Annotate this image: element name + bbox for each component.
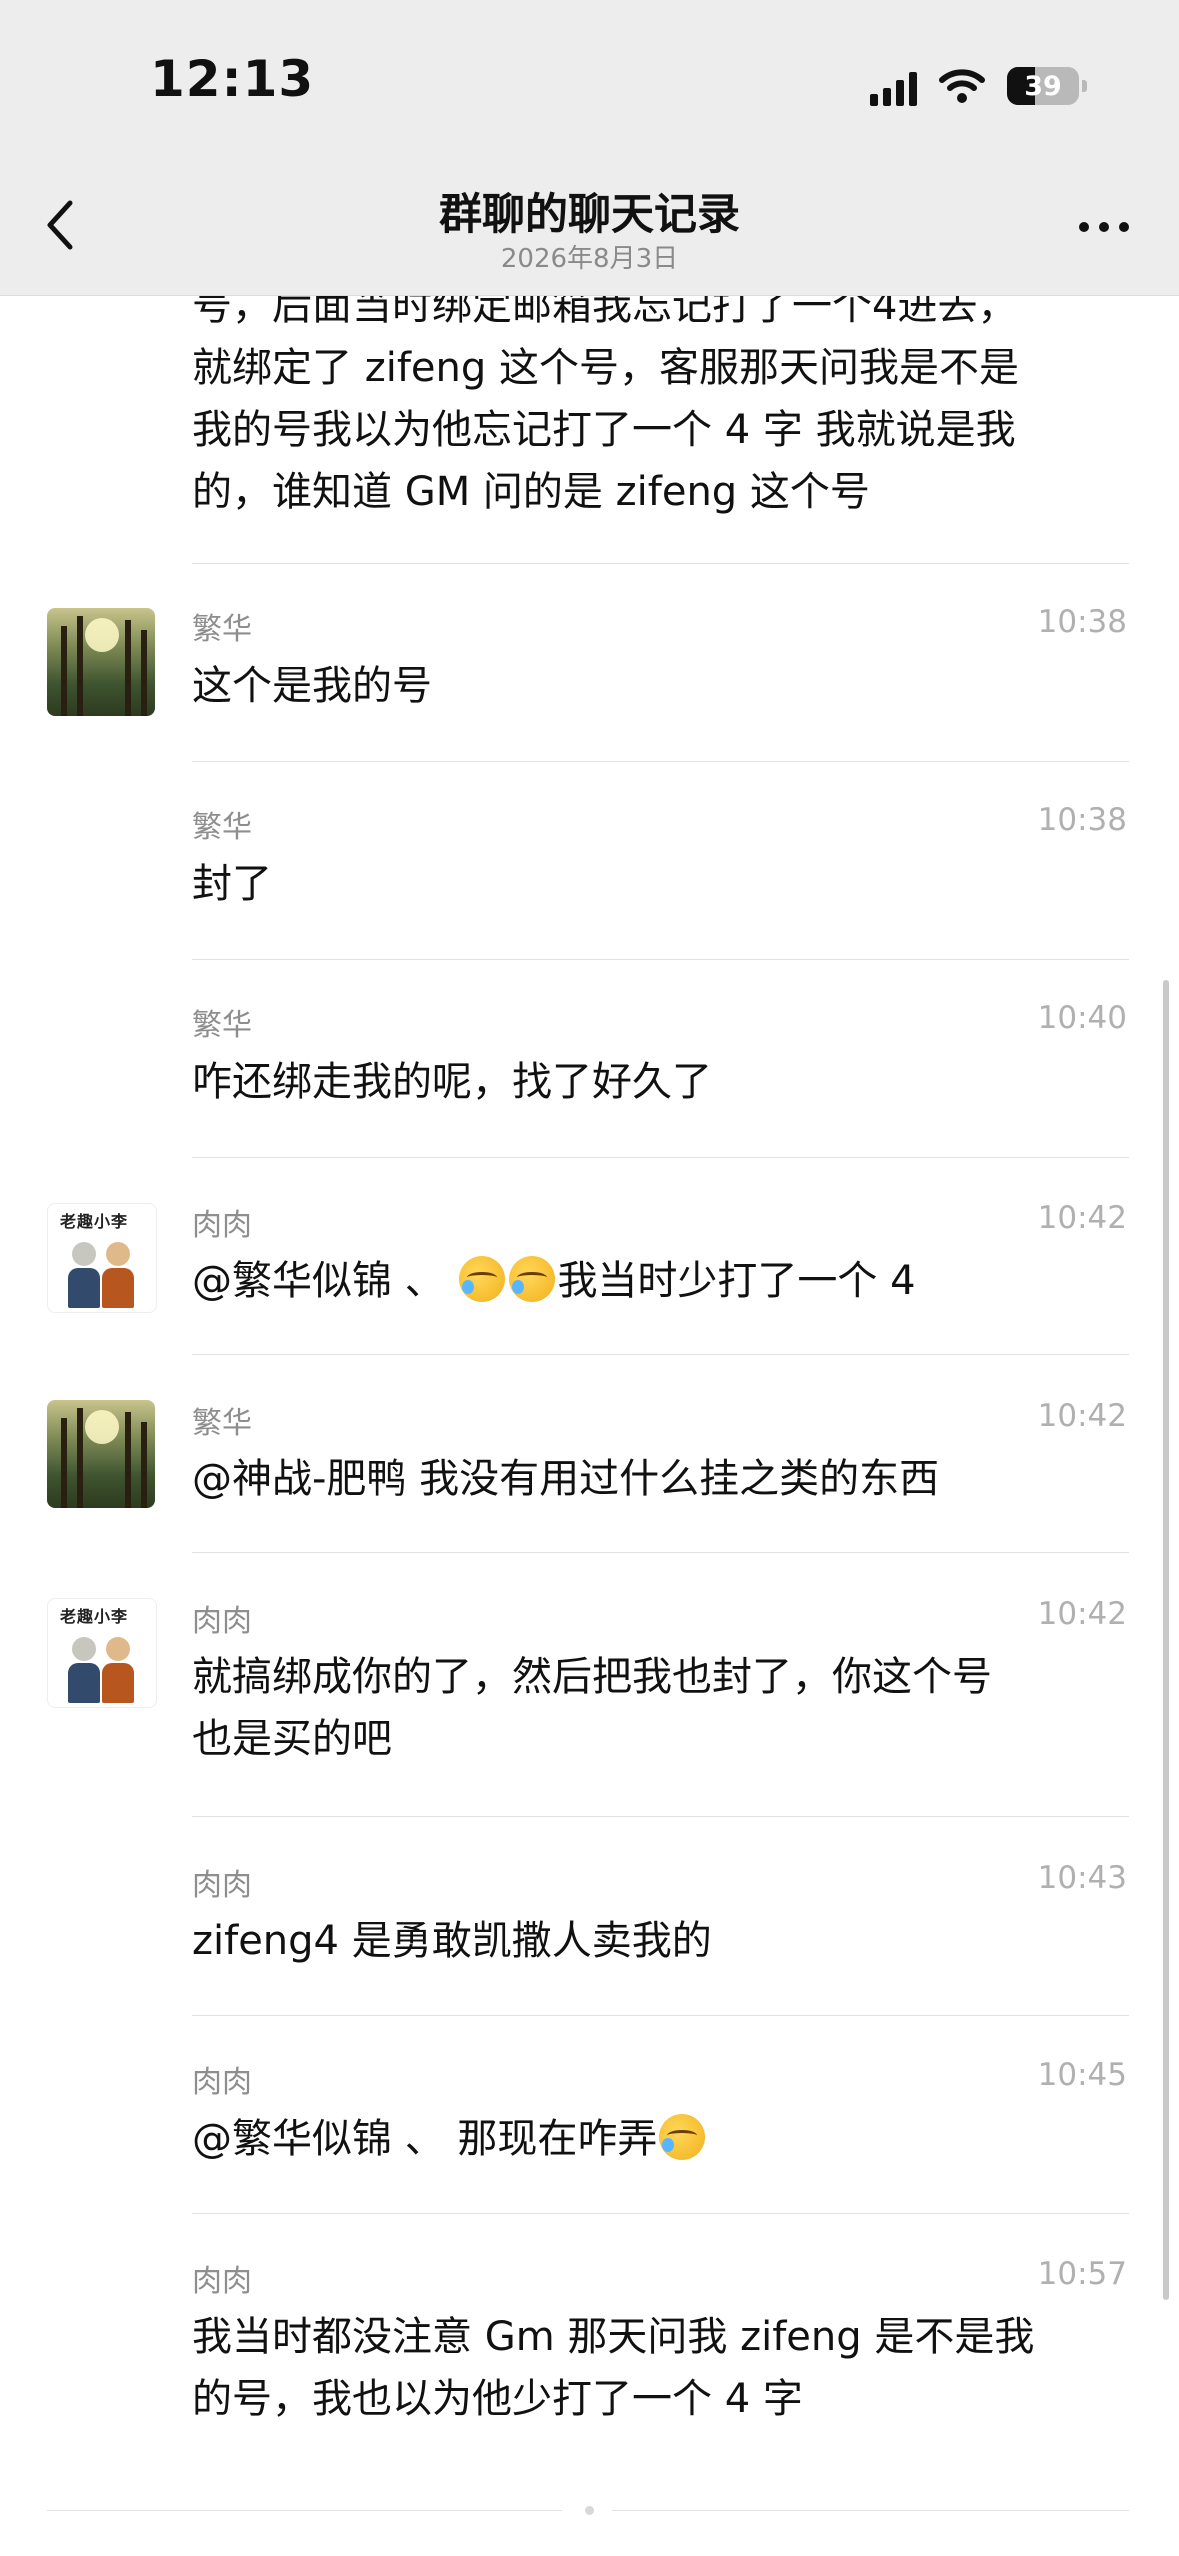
message-line: 咋还绑走我的呢，找了好久了: [192, 1059, 712, 1105]
status-icons: 39: [870, 64, 1087, 108]
status-time: 12:13: [150, 50, 315, 108]
more-options-button[interactable]: [1079, 222, 1129, 232]
battery-icon: 39: [1007, 67, 1087, 105]
battery-level: 39: [1024, 70, 1062, 102]
message-line: 我当时都没注意 Gm 那天问我 zifeng 是不是我: [192, 2314, 1035, 2360]
message-line: 的号，我也以为他少打了一个 4 字: [192, 2376, 803, 2422]
message-text: 我当时都没注意 Gm 那天问我 zifeng 是不是我 的号，我也以为他少打了一…: [192, 2306, 1132, 2430]
message-text: zifeng4 是勇敢凯撒人卖我的: [192, 1910, 1132, 1972]
cellular-signal-icon: [870, 66, 917, 106]
tree-trunk: [61, 1418, 67, 1508]
message-time: 10:43: [1037, 1860, 1127, 1896]
message-time: 10:45: [1037, 2057, 1127, 2093]
message-time: 10:38: [1037, 802, 1127, 838]
divider: [192, 563, 1129, 564]
message-line: @繁华似锦 、: [192, 1258, 458, 1304]
message-list[interactable]: 号，后面当时绑定邮箱我忘记打了一个4进去， 就绑定了 zifeng 这个号，客服…: [0, 0, 1179, 2556]
message-line: @神战-肥鸭 我没有用过什么挂之类的东西: [192, 1456, 940, 1502]
more-dot: [1079, 222, 1089, 232]
message-line: 就搞绑成你的了，然后把我也封了，你这个号: [192, 1654, 992, 1700]
sun-glow: [85, 618, 119, 652]
message-text: 封了: [192, 853, 1132, 915]
elder-figure: [68, 1242, 100, 1308]
page-title: 群聊的聊天记录: [439, 190, 740, 240]
avatar-caption: 老趣小李: [60, 1212, 129, 1231]
elder-figure: [68, 1637, 100, 1703]
scrollbar[interactable]: [1163, 980, 1169, 2300]
message-line: zifeng4 是勇敢凯撒人卖我的: [192, 1918, 712, 1964]
avatar-caption: 老趣小李: [60, 1607, 129, 1626]
message-text: 咋还绑走我的呢，找了好久了: [192, 1051, 1132, 1113]
message-line: 这个是我的号: [192, 663, 432, 709]
message-text: @神战-肥鸭 我没有用过什么挂之类的东西: [192, 1448, 1132, 1510]
message-time: 10:38: [1037, 604, 1127, 640]
message-line: 也是买的吧: [192, 1716, 392, 1762]
divider: [192, 2015, 1129, 2016]
elder-figure: [102, 1637, 134, 1703]
divider: [192, 1157, 1129, 1158]
sender-name: 肉肉: [192, 1604, 252, 1639]
message-text: 这个是我的号: [192, 655, 1132, 717]
sender-name: 肉肉: [192, 1208, 252, 1243]
message-line: 就绑定了 zifeng 这个号，客服那天问我是不是: [192, 345, 1019, 391]
wifi-icon: [939, 68, 985, 104]
message-time: 10:57: [1037, 2256, 1127, 2292]
message-line: 的，谁知道 GM 问的是 zifeng 这个号: [192, 469, 870, 515]
message-text: 就搞绑成你的了，然后把我也封了，你这个号 也是买的吧: [192, 1646, 1132, 1770]
message-line: 我当时少打了一个 4: [557, 1258, 916, 1304]
message-line: @繁华似锦 、 那现在咋弄: [192, 2116, 658, 2162]
tree-trunk: [61, 626, 67, 716]
divider: [192, 2213, 1129, 2214]
divider: [192, 761, 1129, 762]
sender-name: 繁华: [192, 1406, 252, 1441]
message-text: 号，后面当时绑定邮箱我忘记打了一个4进去， 就绑定了 zifeng 这个号，客服…: [192, 275, 1132, 523]
message-time: 10:42: [1037, 1398, 1127, 1434]
avatar[interactable]: 老趣小李: [47, 1203, 157, 1313]
divider: [192, 1816, 1129, 1817]
message-text: @繁华似锦 、 那现在咋弄: [192, 2108, 1132, 2170]
message-text: @繁华似锦 、 我当时少打了一个 4: [192, 1250, 1132, 1312]
more-dot: [1119, 222, 1129, 232]
message-line: 我的号我以为他忘记打了一个 4 字 我就说是我: [192, 407, 1016, 453]
laugh-cry-emoji-icon: [659, 2114, 706, 2160]
top-bar: 12:13 39 群聊的聊天记录 2026年8月3日: [0, 0, 1179, 296]
divider: [192, 959, 1129, 960]
avatar[interactable]: [47, 608, 155, 716]
sender-name: 肉肉: [192, 2264, 252, 2299]
tree-trunk: [125, 1412, 131, 1508]
page-subtitle: 2026年8月3日: [500, 244, 679, 274]
message-time: 10:42: [1037, 1200, 1127, 1236]
divider: [192, 1354, 1129, 1355]
load-more-dot: [585, 2506, 594, 2515]
laugh-cry-emoji-icon: [459, 1256, 506, 1302]
divider: [612, 2510, 1129, 2511]
sender-name: 繁华: [192, 810, 252, 845]
divider: [192, 1552, 1129, 1553]
tree-trunk: [141, 1422, 147, 1508]
chat-history-screen: 号，后面当时绑定邮箱我忘记打了一个4进去， 就绑定了 zifeng 这个号，客服…: [0, 0, 1179, 2556]
sender-name: 繁华: [192, 1008, 252, 1043]
more-dot: [1099, 222, 1109, 232]
message-time: 10:40: [1037, 1000, 1127, 1036]
tree-trunk: [141, 630, 147, 716]
sender-name: 繁华: [192, 612, 252, 647]
tree-trunk: [125, 620, 131, 716]
message-line: 封了: [192, 861, 272, 907]
laugh-cry-emoji-icon: [509, 1256, 556, 1302]
sender-name: 肉肉: [192, 1868, 252, 1903]
avatar[interactable]: [47, 1400, 155, 1508]
sun-glow: [85, 1410, 119, 1444]
avatar[interactable]: 老趣小李: [47, 1598, 157, 1708]
tree-trunk: [77, 616, 83, 716]
sender-name: 肉肉: [192, 2065, 252, 2100]
elder-figure: [102, 1242, 134, 1308]
message-time: 10:42: [1037, 1596, 1127, 1632]
tree-trunk: [77, 1408, 83, 1508]
divider: [47, 2510, 562, 2511]
